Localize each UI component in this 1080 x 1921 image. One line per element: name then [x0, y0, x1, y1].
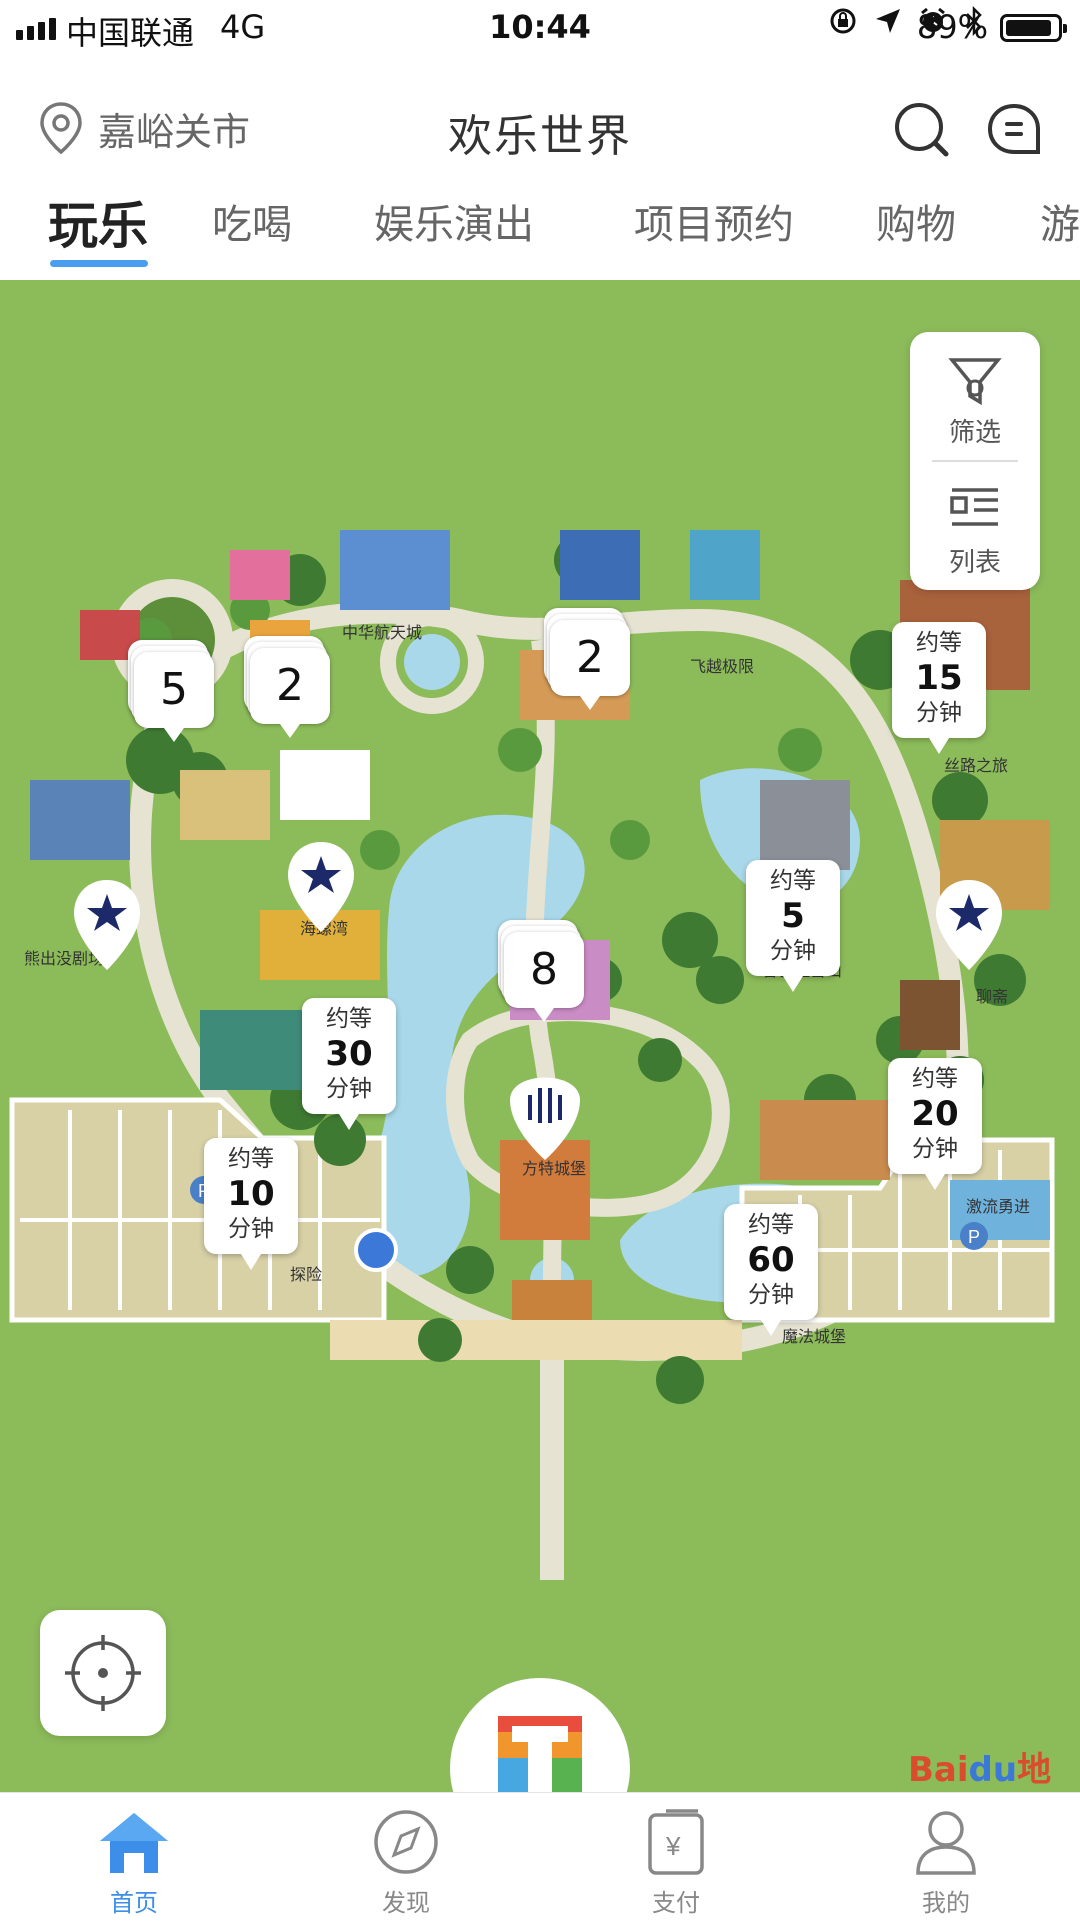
battery-percent: 89%: [916, 8, 988, 46]
nav-discover-label: 发现: [382, 1889, 430, 1917]
active-tab-indicator: [50, 260, 148, 267]
list-label: 列表: [948, 548, 1001, 578]
label-rafting: 激流勇进: [966, 1198, 1030, 1216]
cluster-pin[interactable]: 2: [244, 636, 336, 744]
label-flying: 飞越极限: [690, 658, 754, 676]
wait-minutes: 10: [227, 1174, 275, 1214]
star-pin[interactable]: [934, 878, 1004, 972]
battery-icon: [1000, 14, 1067, 42]
tab-reservation[interactable]: 项目预约: [634, 192, 794, 250]
label-magic-castle: 魔法城堡: [782, 1328, 846, 1346]
star-pin[interactable]: [72, 878, 142, 972]
locate-me-button[interactable]: [40, 1610, 166, 1736]
message-icon: [987, 103, 1040, 154]
cluster-count: 5: [160, 664, 188, 715]
nav-home-label: 首页: [110, 1889, 158, 1917]
label-liaozhai: 聊斋: [976, 988, 1008, 1006]
map-attribution: Baidu地图: [908, 1750, 1052, 1790]
wallet-icon: ¥: [648, 1809, 704, 1875]
svg-text:¥: ¥: [665, 1831, 681, 1861]
wait-time-pin[interactable]: 约等 15 分钟: [892, 622, 986, 754]
cluster-pin[interactable]: 5: [128, 640, 220, 748]
wait-minutes: 15: [915, 658, 963, 698]
cluster-count: 2: [276, 660, 304, 711]
wait-time-pin[interactable]: 约等 5 分钟: [746, 860, 840, 992]
filter-icon: [948, 358, 1002, 406]
tab-shows[interactable]: 娱乐演出: [374, 192, 534, 250]
crosshair-icon: [65, 1635, 141, 1711]
label-space-city: 中华航天城: [342, 624, 422, 642]
header: 嘉峪关市 欢乐世界: [0, 80, 1080, 176]
filter-button[interactable]: 筛选: [910, 332, 1040, 456]
wait-minutes: 5: [781, 896, 805, 936]
cluster-count: 8: [530, 944, 558, 995]
category-tabs: 玩乐 吃喝 娱乐演出 项目预约 购物 游: [0, 186, 1080, 278]
nav-profile-label: 我的: [922, 1889, 970, 1917]
tab-play[interactable]: 玩乐: [48, 186, 148, 258]
search-icon: [895, 103, 949, 157]
cluster-count: 2: [576, 632, 604, 683]
bottom-nav: 首页 发现 ¥ 支付 我的: [0, 1792, 1080, 1921]
message-button[interactable]: [984, 100, 1044, 160]
tab-more[interactable]: 游: [1040, 192, 1080, 250]
home-icon: [100, 1813, 168, 1873]
wait-time-pin[interactable]: 约等 60 分钟: [724, 1204, 818, 1336]
wait-minutes: 20: [911, 1094, 959, 1134]
nav-profile[interactable]: 我的: [876, 1807, 1016, 1918]
park-map[interactable]: P P 中华航天城 飞越极限 丝路之旅 熊出没剧场 海螺湾 香巴拉雪山 聊斋 方…: [0, 280, 1080, 1792]
star-icon: [288, 842, 354, 932]
tab-food[interactable]: 吃喝: [212, 192, 292, 250]
compass-icon: [374, 1810, 438, 1874]
nav-discover[interactable]: 发现: [336, 1807, 476, 1918]
nav-pay[interactable]: ¥ 支付: [606, 1807, 746, 1918]
filter-label: 筛选: [948, 418, 1001, 448]
tab-shopping[interactable]: 购物: [876, 192, 956, 250]
map-controls: 筛选 列表: [910, 332, 1040, 590]
label-silk-road: 丝路之旅: [944, 757, 1008, 775]
list-button[interactable]: 列表: [910, 462, 1040, 586]
status-bar: 中国联通 4G 10:44 89%: [0, 0, 1080, 56]
wait-time-pin[interactable]: 约等 20 分钟: [888, 1058, 982, 1190]
label-adventure: 探险: [290, 1266, 322, 1284]
cluster-pin[interactable]: 2: [544, 608, 636, 716]
star-icon: [74, 880, 140, 970]
wait-time-pin[interactable]: 约等 30 分钟: [302, 998, 396, 1130]
list-icon: [950, 488, 998, 526]
star-pin[interactable]: [286, 840, 356, 934]
search-button[interactable]: [892, 100, 952, 160]
user-icon: [916, 1811, 976, 1875]
star-icon: [936, 880, 1002, 970]
svg-text:P: P: [968, 1227, 980, 1247]
wait-time-pin[interactable]: 约等 10 分钟: [204, 1138, 298, 1270]
location-arrow-icon: [876, 9, 900, 33]
cluster-pin[interactable]: 8: [498, 920, 590, 1028]
wait-minutes: 60: [747, 1240, 795, 1280]
wait-minutes: 30: [325, 1034, 373, 1074]
nav-home[interactable]: 首页: [64, 1807, 204, 1918]
nav-pay-label: 支付: [652, 1889, 700, 1917]
rotation-lock-icon: [830, 8, 856, 34]
label-fantasy-castle: 方特城堡: [522, 1160, 586, 1178]
